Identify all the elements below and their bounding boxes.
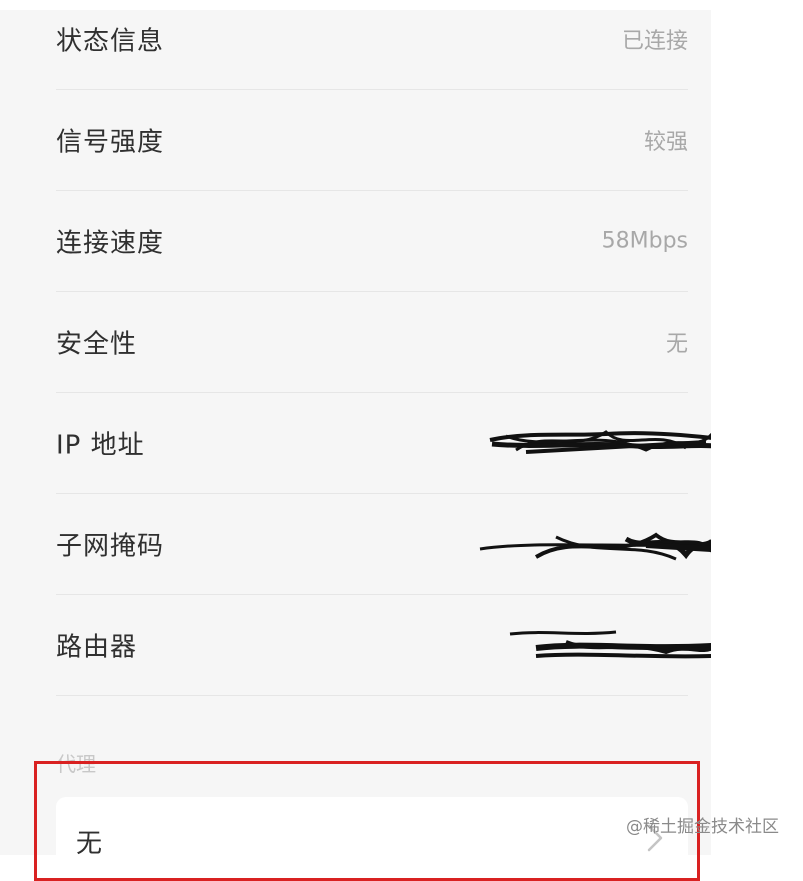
router-label: 路由器 bbox=[56, 632, 138, 662]
subnet-mask-row: 子网掩码 bbox=[56, 493, 711, 595]
router-row: 路由器 bbox=[56, 594, 711, 696]
signal-strength-value: 较强 bbox=[643, 129, 688, 155]
security-value: 无 bbox=[665, 331, 688, 357]
status-label: 状态信息 bbox=[56, 26, 165, 56]
link-speed-label: 连接速度 bbox=[56, 228, 165, 258]
subnet-mask-label: 子网掩码 bbox=[56, 531, 165, 561]
redaction-scribble bbox=[489, 430, 711, 454]
link-speed-value: 58Mbps bbox=[601, 228, 688, 253]
signal-strength-label: 信号强度 bbox=[56, 127, 165, 157]
link-speed-row: 连接速度 58Mbps bbox=[56, 190, 688, 292]
ip-address-label: IP 地址 bbox=[56, 430, 145, 460]
highlight-box bbox=[34, 761, 700, 881]
redaction-scribble bbox=[509, 630, 711, 659]
signal-strength-row: 信号强度 较强 bbox=[56, 89, 688, 191]
security-row: 安全性 无 bbox=[56, 291, 688, 393]
status-row: 状态信息 已连接 bbox=[56, 10, 688, 90]
ip-address-row: IP 地址 bbox=[56, 392, 711, 494]
watermark-text: @稀土掘金技术社区 bbox=[626, 817, 779, 837]
security-label: 安全性 bbox=[56, 329, 138, 359]
redaction-scribble bbox=[479, 532, 711, 561]
wifi-details-screen: 状态信息 已连接 信号强度 较强 连接速度 58Mbps 安全性 无 IP 地址… bbox=[0, 10, 711, 855]
status-value: 已连接 bbox=[621, 28, 688, 54]
